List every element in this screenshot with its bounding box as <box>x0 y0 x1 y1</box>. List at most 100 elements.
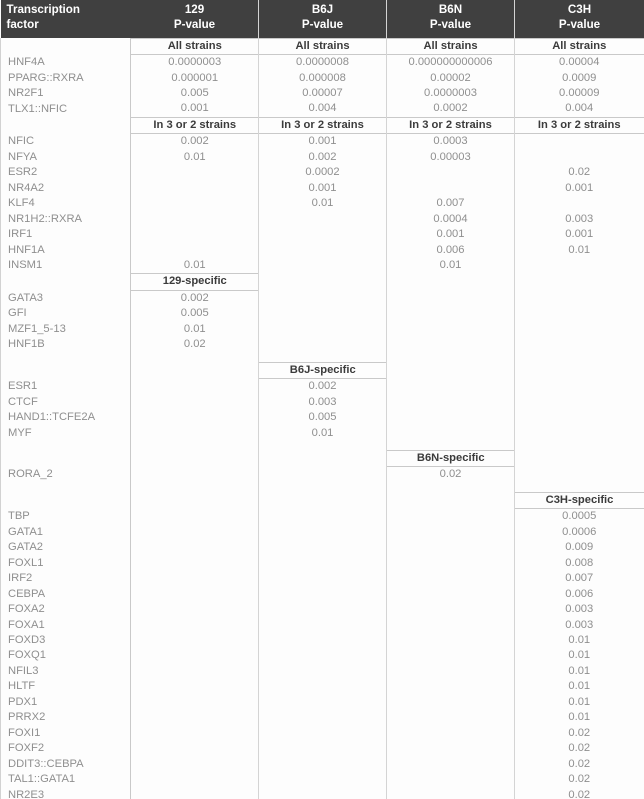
pvalue-cell <box>131 196 259 211</box>
pvalue-cell <box>259 212 387 227</box>
pvalue-cell: 0.01 <box>439 259 462 272</box>
transcription-factor-cell: IRF2 <box>0 571 131 587</box>
transcription-factor-cell: NFIL3 <box>0 663 131 680</box>
pvalue-cell <box>131 379 259 395</box>
pvalue-cell <box>514 394 644 411</box>
pvalue-cell <box>387 726 515 741</box>
column-header-c3h: C3H P-value <box>514 0 644 39</box>
column-metric-label: P-value <box>301 17 344 31</box>
table-row: FOXI1 0.02 <box>0 725 644 742</box>
pvalue-cell: 0.02 <box>514 165 644 181</box>
spacer-row <box>0 482 644 493</box>
pvalue-cell: 0.003 <box>308 395 337 408</box>
pvalue-cell <box>131 587 259 602</box>
pvalue-cell <box>514 149 644 166</box>
pvalue-cell <box>131 353 259 363</box>
pvalue-cell <box>131 410 259 425</box>
pvalue-cell <box>387 483 515 493</box>
transcription-factor-cell: PPARG::RXRA <box>0 70 131 87</box>
transcription-factor-cell: NR2E3 <box>0 787 131 799</box>
pvalue-cell <box>259 679 387 694</box>
pvalue-cell <box>387 664 515 679</box>
pvalue-cell <box>131 741 259 756</box>
column-header-b6n: B6N P-value <box>386 0 515 39</box>
pvalue-cell <box>131 362 259 378</box>
table-row: NR2E3 0.02 <box>0 787 644 799</box>
header-line-2: factor <box>6 17 39 31</box>
transcription-factor-cell: FOXQ1 <box>0 648 131 664</box>
pvalue-cell: 0.008 <box>514 555 644 572</box>
table-row: FOXA1 0.003 <box>0 617 644 633</box>
pvalue-cell <box>131 467 259 483</box>
section-label-row: 129-specific <box>0 273 644 291</box>
pvalue-cell <box>259 571 387 586</box>
transcription-factor-cell: MZF1_5-13 <box>0 321 131 338</box>
pvalue-cell: 0.02 <box>514 741 644 757</box>
pvalue-cell <box>514 482 644 493</box>
pvalue-cell <box>259 540 387 555</box>
column-header-b6j: B6J P-value <box>258 0 387 39</box>
pvalue-cell: 0.002 <box>180 135 209 148</box>
pvalue-cell: 0.01 <box>514 632 644 649</box>
pvalue-cell <box>259 633 387 648</box>
pvalue-cell <box>131 243 259 258</box>
pvalue-cell <box>259 353 387 363</box>
pvalue-cell: 0.002 <box>180 291 209 304</box>
table-row: GFI 0.005 <box>0 306 644 322</box>
section-label-row: B6N-specific <box>0 449 644 468</box>
table-row: NFYA 0.01 0.002 0.00003 <box>0 149 644 166</box>
table-row: MZF1_5-13 0.01 <box>0 321 644 338</box>
pvalue-cell <box>387 741 515 756</box>
pvalue-cell <box>514 352 644 363</box>
pvalue-cell <box>259 483 387 493</box>
pvalue-cell: 0.01 <box>514 648 644 664</box>
pvalue-cell <box>387 337 515 352</box>
pvalue-cell: 0.02 <box>183 338 206 351</box>
pvalue-cell <box>131 571 259 586</box>
pvalue-cell <box>387 274 515 290</box>
pvalue-cell <box>131 772 259 787</box>
pvalue-cell <box>259 726 387 741</box>
pvalue-cell <box>131 492 259 508</box>
transcription-factor-cell: HAND1::TCFE2A <box>0 410 131 426</box>
table-row: GATA3 0.002 <box>0 290 644 307</box>
pvalue-cell <box>259 664 387 679</box>
table-row: FOXQ1 0.01 <box>0 648 644 664</box>
transcription-factor-cell: FOXL1 <box>0 555 131 572</box>
pvalue-cell: 0.0009 <box>514 70 644 87</box>
section-label-row: All strains All strains All strains All str… <box>0 37 644 56</box>
transcription-factor-cell: NFIC <box>0 133 131 150</box>
pvalue-cell: 0.001 <box>436 228 465 241</box>
table-row: INSM1 0.01 0.01 <box>0 258 644 274</box>
section-label: 129-specific <box>130 273 259 291</box>
pvalue-cell: 0.006 <box>514 586 644 603</box>
section-label-row: C3H-specific <box>0 491 644 510</box>
table-row: ESR1 0.002 <box>0 378 644 395</box>
pvalue-cell <box>387 353 515 363</box>
transcription-factor-cell: MYF <box>0 425 131 441</box>
pvalue-cell <box>387 362 515 378</box>
pvalue-cell <box>131 633 259 648</box>
pvalue-cell: 0.01 <box>514 694 644 711</box>
pvalue-cell: 0.01 <box>514 679 644 695</box>
pvalue-cell <box>131 227 259 242</box>
pvalue-cell: 0.002 <box>308 380 337 393</box>
pvalue-cell <box>131 441 259 451</box>
transcription-factor-cell: GFI <box>0 306 131 322</box>
table-row: FOXF2 0.02 <box>0 741 644 757</box>
table-row: MYF 0.01 <box>0 425 644 441</box>
column-header-129: 129 P-value <box>130 0 259 39</box>
transcription-factor-cell: GATA3 <box>0 290 131 307</box>
pvalue-cell: 0.0006 <box>514 524 644 541</box>
pvalue-cell <box>387 181 515 196</box>
pvalue-cell: 0.0000003 <box>424 87 477 100</box>
table-header: Transcription factor 129 P-value B6J P-v… <box>0 0 644 39</box>
pvalue-cell <box>131 395 259 410</box>
table-row: NR4A2 0.001 0.001 <box>0 180 644 197</box>
pvalue-cell <box>514 450 644 467</box>
table-row: TLX1::NFIC 0.001 0.004 0.0002 0.004 <box>0 101 644 118</box>
pvalue-cell: 0.006 <box>436 243 465 256</box>
pvalue-cell <box>387 571 515 586</box>
table-container: Transcription factor 129 P-value B6J P-v… <box>0 0 644 799</box>
pvalue-cell <box>259 509 387 525</box>
